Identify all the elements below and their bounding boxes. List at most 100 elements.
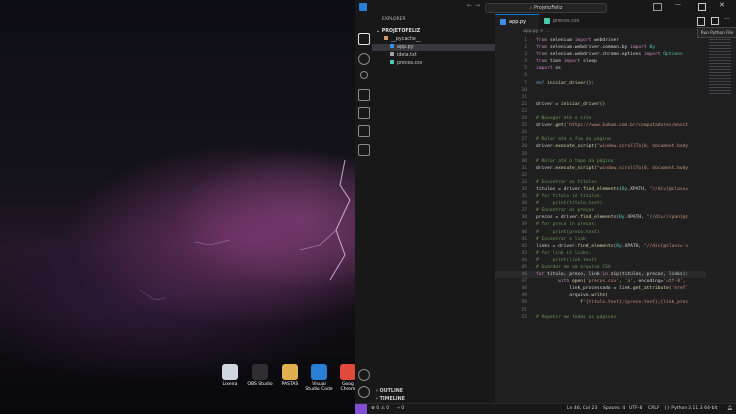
outline-section[interactable]: › OUTLINE <box>376 388 403 395</box>
code-line[interactable]: 51 <box>495 307 736 314</box>
code-line[interactable]: 42 links = driver.find_elements(By.XPATH,… <box>495 243 736 250</box>
run-debug-icon[interactable] <box>358 89 370 101</box>
code-line[interactable]: 4 from time import sleep <box>495 58 736 65</box>
settings-gear-icon[interactable] <box>358 386 370 398</box>
line-number: 38 <box>521 215 527 221</box>
encoding[interactable]: UTF-8 <box>629 404 642 414</box>
explorer-sidebar: EXPLORER ⌄ PROJETOFELIZ __pycache__ app.p… <box>372 14 496 404</box>
code-line[interactable]: 31 driver.execute_script("window.scrollTo… <box>495 165 736 172</box>
file-item[interactable]: precos.csv <box>390 60 422 67</box>
notifications-bell-icon[interactable]: 🔔︎ <box>727 404 733 414</box>
code-line[interactable]: 22 driver = iniciar_driver() <box>495 101 736 108</box>
run-python-file-button[interactable] <box>697 17 705 26</box>
code-line[interactable]: 1 from selenium import webdriver <box>495 37 736 44</box>
code-line[interactable]: 38 precos = driver.find_elements(By.XPATH… <box>495 214 736 221</box>
desktop-app-icon <box>252 364 268 380</box>
code-line[interactable]: 2 from selenium.webdriver.common.by impor… <box>495 44 736 51</box>
project-folder[interactable]: ⌄ PROJETOFELIZ <box>376 28 420 35</box>
close-button[interactable]: ✕ <box>719 1 725 9</box>
code-line[interactable]: 33 # Encontrar os títulos <box>495 179 736 186</box>
nav-back-button[interactable]: ← <box>467 2 472 9</box>
code-line[interactable]: 23 <box>495 108 736 115</box>
file-item[interactable]: app.py <box>372 44 495 51</box>
nav-forward-button[interactable]: → <box>475 2 480 9</box>
remote-indicator[interactable] <box>355 404 367 414</box>
code-line[interactable]: 26 <box>495 129 736 136</box>
run-python-tooltip: Run Python File <box>697 27 736 38</box>
file-item[interactable]: __pycache__ <box>384 36 421 43</box>
command-center-search[interactable]: ⌕ ProjetoFeliz <box>485 3 607 13</box>
code-line[interactable]: 44 # print(link.text) <box>495 257 736 264</box>
layout-toggle-icon[interactable] <box>653 3 662 11</box>
code-line[interactable]: 6 <box>495 72 736 79</box>
account-icon[interactable] <box>358 369 370 381</box>
minimize-button[interactable]: — <box>675 1 681 8</box>
folder-file-icon <box>384 36 388 40</box>
desktop-icon[interactable]: PASTAS <box>276 364 304 387</box>
line-number: 34 <box>521 186 527 192</box>
cursor-position[interactable]: Ln 46, Col 23 <box>567 404 597 414</box>
code-line[interactable]: 34 titulos = driver.find_elements(By.XPAT… <box>495 186 736 193</box>
desktop-icon-label: OBS Studio <box>247 382 273 387</box>
desktop-icon[interactable]: Visual Studio Code <box>305 364 333 392</box>
line-number: 35 <box>521 194 527 200</box>
code-line[interactable]: 29 <box>495 151 736 158</box>
line-number: 48 <box>521 286 527 292</box>
code-line[interactable]: 46 for titulo, preco, link in zip(titulos… <box>495 271 736 279</box>
code-line[interactable]: 39 # for preco in precos: <box>495 221 736 228</box>
code-line[interactable]: 47 with open('precos.csv', 'a', encoding… <box>495 278 736 285</box>
eol[interactable]: CRLF <box>648 404 660 414</box>
problems-indicator[interactable]: ⊗ 0 ⚠ 0 <box>371 404 389 414</box>
code-line[interactable]: 24 # Navegar até o site <box>495 115 736 122</box>
maximize-button[interactable] <box>698 3 706 11</box>
search-icon[interactable] <box>358 53 370 65</box>
code-line[interactable]: 52 # Repetir em todas as páginas <box>495 314 736 321</box>
code-line[interactable]: 41 # Encontrar o link <box>495 236 736 243</box>
line-number: 6 <box>524 73 527 79</box>
code-line[interactable]: 27 # Rolar até o fim da página <box>495 136 736 143</box>
ports-indicator[interactable]: ⑁ 0 <box>397 404 404 414</box>
code-line[interactable]: 50 f'{titulo.text};{preco.text};{link_pr… <box>495 299 736 306</box>
code-line[interactable]: 5 import os <box>495 65 736 72</box>
language-mode[interactable]: {} Python <box>664 404 687 414</box>
file-item[interactable]: ideia.txt <box>390 52 417 59</box>
code-line[interactable]: 45 # Guardar em um arquivo CSV <box>495 264 736 271</box>
remote-explorer-icon[interactable] <box>358 144 370 156</box>
code-line[interactable]: 36 # print(titulo.text) <box>495 200 736 207</box>
extensions-icon[interactable] <box>358 107 370 119</box>
code-editor[interactable]: 1 from selenium import webdriver 2 from sel… <box>495 37 736 321</box>
timeline-label: TIMELINE <box>379 397 405 402</box>
line-content: from time import sleep <box>536 59 597 65</box>
explorer-icon[interactable] <box>358 33 370 45</box>
code-line[interactable]: 30 # Rolar até o topo da página <box>495 158 736 165</box>
indentation[interactable]: Spaces: 4 <box>603 404 625 414</box>
code-line[interactable]: 43 # for link in links: <box>495 250 736 257</box>
code-line[interactable]: 21 <box>495 94 736 101</box>
code-line[interactable]: 28 driver.execute_script("window.scrollTo… <box>495 143 736 150</box>
line-number: 3 <box>524 52 527 58</box>
timeline-section[interactable]: › TIMELINE <box>376 396 405 403</box>
code-line[interactable]: 37 # Encontrar os preços <box>495 207 736 214</box>
breadcrumb[interactable]: app.py > ... <box>523 29 549 34</box>
code-line[interactable]: 32 <box>495 172 736 179</box>
desktop-icon[interactable]: OBS Studio <box>246 364 274 387</box>
line-content: links = driver.find_elements(By.XPATH, "… <box>536 243 689 249</box>
code-line[interactable]: 20 <box>495 87 736 94</box>
code-line[interactable]: 49 arquivo.write( <box>495 292 736 299</box>
desktop-icon[interactable]: Lixeira <box>216 364 244 387</box>
code-line[interactable]: 7 def iniciar_driver(): <box>495 80 736 87</box>
code-line[interactable]: 25 driver.get('https://www.kabum.com.br/c… <box>495 122 736 129</box>
line-number: 52 <box>521 314 527 320</box>
line-number: 44 <box>521 257 527 263</box>
code-line[interactable]: 48 link_processado = link.get_attribute(… <box>495 285 736 292</box>
more-actions-icon[interactable]: ··· <box>724 16 730 23</box>
code-line[interactable]: 35 # for titulo in titulos: <box>495 193 736 200</box>
split-editor-icon[interactable] <box>711 17 719 25</box>
minimap[interactable] <box>706 28 736 404</box>
source-control-icon[interactable] <box>360 71 368 79</box>
code-line[interactable]: 40 # print(preco.text) <box>495 229 736 236</box>
testing-icon[interactable] <box>358 125 370 137</box>
code-line[interactable]: 3 from selenium.webdriver.chrome.options … <box>495 51 736 58</box>
python-interpreter[interactable]: 3.11.3 64-bit <box>688 404 718 414</box>
editor-tab[interactable]: precos.csv <box>539 14 593 28</box>
